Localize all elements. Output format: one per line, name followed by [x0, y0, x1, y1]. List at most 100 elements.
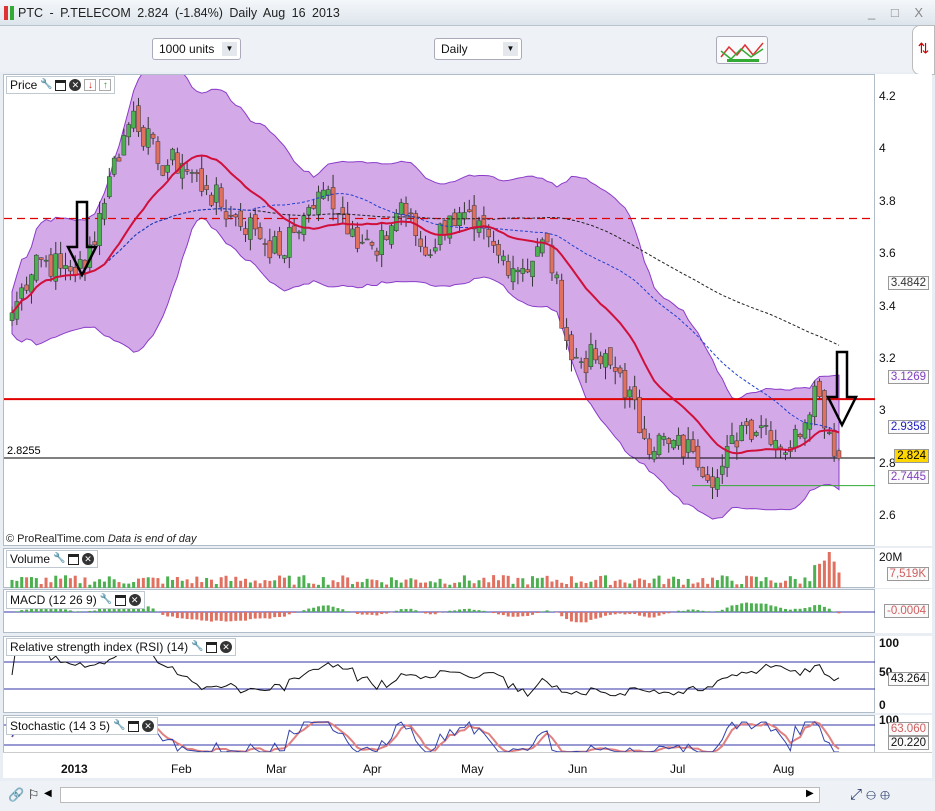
units-value: 1000 units — [159, 42, 215, 56]
macd-histogram-bar — [409, 608, 413, 612]
volume-bar — [472, 583, 476, 588]
volume-bar — [633, 580, 637, 588]
volume-bar — [25, 577, 29, 588]
close-icon[interactable]: ✕ — [69, 79, 82, 91]
volume-bar — [613, 580, 617, 588]
candle — [204, 185, 209, 190]
wrench-icon[interactable]: 🔧 — [191, 641, 203, 653]
volume-bar — [156, 578, 160, 588]
macd-histogram-bar — [268, 612, 272, 619]
price-value-label: 3.1269 — [887, 370, 929, 385]
volume-bar — [642, 579, 646, 588]
price-chart[interactable] — [4, 75, 876, 547]
volume-bar — [297, 576, 301, 588]
close-icon[interactable]: ✕ — [220, 641, 233, 653]
macd-histogram-bar — [282, 612, 286, 617]
arrow-up-icon[interactable]: ↑ — [99, 79, 112, 91]
macd-histogram-bar — [560, 612, 564, 617]
volume-bar — [720, 575, 724, 588]
volume-bar — [599, 575, 603, 588]
volume-bar — [234, 576, 238, 588]
axis-tick: 3.2 — [879, 350, 896, 365]
macd-histogram-bar — [701, 610, 705, 612]
volume-bar — [132, 582, 136, 588]
wrench-icon[interactable]: 🔧 — [100, 594, 112, 606]
volume-bar — [321, 577, 325, 588]
close-icon[interactable]: ✕ — [82, 553, 95, 565]
macd-histogram-bar — [433, 612, 437, 615]
window-icon[interactable] — [55, 79, 67, 91]
volume-bar — [467, 580, 471, 588]
candle — [792, 429, 798, 449]
candle — [223, 211, 229, 220]
volume-bar — [579, 581, 583, 588]
volume-bar — [331, 580, 335, 588]
candlestick-icon — [4, 5, 14, 20]
volume-chart — [10, 552, 841, 588]
macd-histogram-bar — [458, 609, 462, 612]
candle — [530, 260, 535, 277]
volume-bar — [389, 577, 393, 588]
candle — [515, 269, 521, 273]
macd-histogram-bar — [287, 612, 291, 615]
horizontal-scrollbar[interactable] — [60, 787, 820, 803]
indicators-button[interactable] — [716, 36, 768, 64]
window-icon[interactable] — [114, 594, 126, 606]
arrow-down-icon[interactable]: ↓ — [84, 79, 97, 91]
wrench-icon[interactable]: 🔧 — [40, 79, 52, 91]
wrench-icon[interactable]: 🔧 — [113, 720, 125, 732]
volume-bar — [803, 577, 807, 588]
volume-bar — [107, 576, 111, 588]
window-icon[interactable] — [206, 641, 218, 653]
macd-histogram-bar — [521, 612, 525, 617]
macd-histogram-bar — [360, 612, 364, 615]
volume-bar — [175, 577, 179, 588]
macd-histogram-bar — [492, 612, 496, 614]
macd-histogram-bar — [579, 612, 583, 623]
macd-histogram-bar — [735, 604, 739, 612]
window-icon[interactable] — [68, 553, 80, 565]
side-panel-toggle[interactable]: ⇅ — [912, 25, 935, 75]
volume-bar — [10, 579, 14, 588]
window-icon[interactable] — [128, 720, 140, 732]
macd-histogram-bar — [385, 612, 389, 614]
candle — [681, 434, 686, 458]
macd-axis: -0.0004 — [875, 589, 932, 633]
candle — [218, 187, 224, 208]
scroll-left-button[interactable]: ◀ — [44, 788, 52, 799]
scroll-right-button[interactable]: ▶ — [806, 788, 814, 799]
candle — [136, 105, 141, 132]
zoom-tools-icons[interactable]: ⤢ ⊖ ⊕ — [850, 786, 890, 803]
volume-bar — [409, 578, 413, 588]
price-value-label: 2.7445 — [887, 470, 929, 485]
volume-bar — [336, 582, 340, 588]
candle — [588, 344, 594, 367]
window-title: PTC - P.TELECOM 2.824 (-1.84%) Daily Aug… — [18, 5, 340, 20]
close-icon[interactable]: ✕ — [142, 720, 155, 732]
volume-bar — [326, 584, 330, 588]
candle — [350, 228, 355, 237]
macd-histogram-bar — [696, 610, 700, 612]
close-icon[interactable]: ✕ — [128, 594, 141, 606]
toolbar-icons[interactable]: 🔗 ⚐ — [8, 787, 39, 803]
candle — [715, 477, 720, 490]
rsi-panel: Relative strength index (RSI) (14) 🔧 ✕ — [3, 636, 876, 713]
macd-histogram-bar — [98, 608, 102, 612]
macd-histogram-bar — [822, 606, 826, 612]
window-controls[interactable]: _ □ X — [868, 5, 929, 20]
volume-bar — [706, 583, 710, 588]
macd-histogram-bar — [569, 612, 573, 622]
volume-bar — [496, 580, 500, 588]
volume-bar — [672, 576, 676, 588]
panel-title: Price — [10, 78, 38, 92]
candle — [287, 227, 292, 258]
volume-bar — [574, 582, 578, 588]
macd-histogram-bar — [258, 612, 262, 619]
period-select[interactable]: Daily ▼ — [434, 38, 522, 60]
macd-histogram-bar — [175, 612, 179, 619]
volume-bar — [244, 578, 248, 588]
units-select[interactable]: 1000 units ▼ — [152, 38, 241, 60]
volume-bar — [433, 582, 437, 588]
panel-title: Stochastic (14 3 5) — [10, 719, 111, 733]
wrench-icon[interactable]: 🔧 — [53, 553, 65, 565]
